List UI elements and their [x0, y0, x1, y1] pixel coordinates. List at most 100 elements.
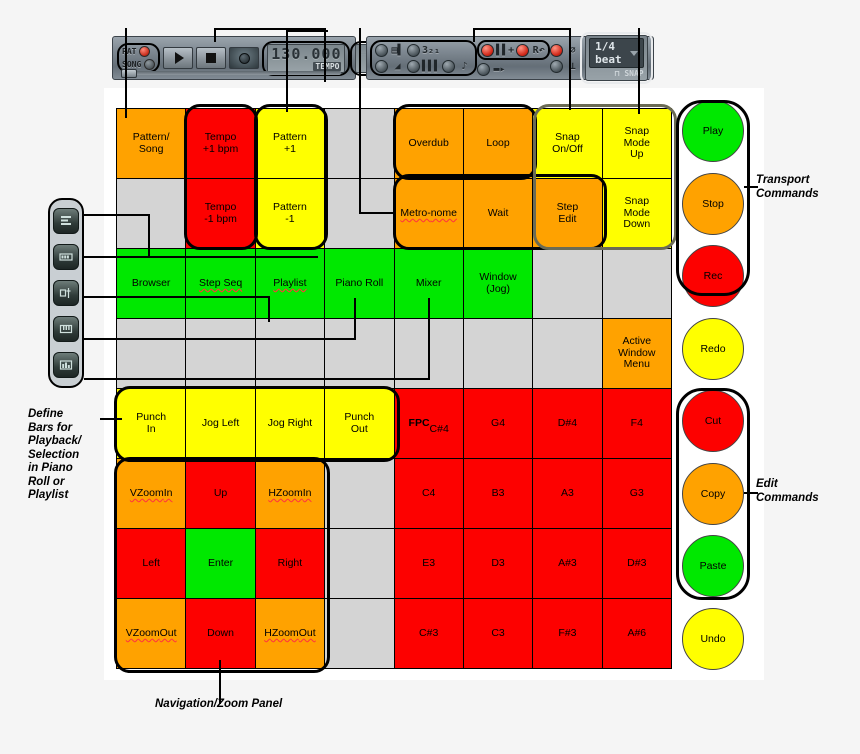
grid-cell-step-edit[interactable]: Step Edit: [533, 179, 602, 248]
grid-cell-overdub[interactable]: Overdub: [394, 109, 463, 178]
countdown-toggle-icon[interactable]: [442, 59, 456, 73]
command-button-redo[interactable]: Redo: [682, 317, 744, 380]
grid-cell-empty[interactable]: [533, 249, 602, 318]
grid-cell-active-window-menu[interactable]: Active Window Menu: [602, 319, 671, 388]
record-mode-row-2[interactable]: ◢ ▌▌▌ ♪: [375, 59, 472, 73]
grid-cell-empty[interactable]: [325, 529, 394, 598]
grid-cell-down[interactable]: Down: [186, 599, 255, 668]
blend-row[interactable]: ∅: [550, 43, 580, 57]
tempo-lcd[interactable]: 130.000 TEMPO: [267, 43, 346, 73]
grid-cell-tempo-1-bpm[interactable]: Tempo +1 bpm: [186, 109, 255, 178]
grid-cell-d#4[interactable]: D#4: [533, 389, 602, 458]
blend-stepedit-group[interactable]: ▬▸: [477, 62, 550, 76]
record-mode-right-group[interactable]: ∅ ⊥: [550, 43, 580, 73]
typing-keyboard-toggle-icon[interactable]: [375, 43, 388, 57]
grid-cell-left[interactable]: Left: [117, 529, 186, 598]
step-seq-icon[interactable]: [53, 244, 79, 270]
grid-cell-jog-right[interactable]: Jog Right: [255, 389, 325, 458]
grid-cell-c3[interactable]: C3: [463, 599, 533, 668]
grid-cell-vzoom-in[interactable]: VZoom In: [117, 459, 186, 528]
grid-cell-e3[interactable]: E3: [394, 529, 463, 598]
pat-led-icon[interactable]: [139, 46, 151, 57]
stop-button[interactable]: [196, 47, 227, 69]
snap-selector-group[interactable]: 1/4 beat ⊓ SNAP: [580, 32, 653, 84]
grid-cell-enter[interactable]: Enter: [186, 529, 255, 598]
snap-select[interactable]: 1/4 beat: [589, 38, 644, 68]
grid-cell-wait[interactable]: Wait: [463, 179, 533, 248]
command-button-rec[interactable]: Rec: [682, 245, 744, 308]
grid-cell-b3[interactable]: B3: [463, 459, 533, 528]
grid-cell-fpc-c#4[interactable]: FPC C#4: [394, 389, 463, 458]
grid-cell-empty[interactable]: [325, 459, 394, 528]
grid-cell-playlist[interactable]: Playlist: [255, 249, 325, 318]
grid-cell-piano-roll[interactable]: Piano Roll: [325, 249, 394, 318]
command-button-copy[interactable]: Copy: [682, 462, 744, 525]
grid-cell-pattern-1[interactable]: Pattern +1: [255, 109, 325, 178]
command-button-paste[interactable]: Paste: [682, 535, 744, 598]
grid-cell-f4[interactable]: F4: [602, 389, 671, 458]
grid-cell-loop[interactable]: Loop: [463, 109, 533, 178]
grid-cell-punch-in[interactable]: Punch In: [117, 389, 186, 458]
grid-cell-empty[interactable]: [463, 319, 533, 388]
grid-cell-vzoom-out[interactable]: VZoom Out: [117, 599, 186, 668]
command-button-undo[interactable]: Undo: [682, 607, 744, 670]
mixer-icon[interactable]: [53, 280, 79, 306]
grid-cell-hzoom-out[interactable]: HZoom Out: [255, 599, 325, 668]
grid-cell-f#3[interactable]: F#3: [533, 599, 602, 668]
grid-cell-window-jog[interactable]: Window (Jog): [463, 249, 533, 318]
overdub-loop-group[interactable]: ▌▌+ R↶: [477, 40, 551, 60]
command-button-play[interactable]: Play: [682, 100, 744, 162]
grid-cell-snap-mode-down[interactable]: Snap Mode Down: [602, 179, 671, 248]
transport-buttons-group[interactable]: [160, 45, 262, 71]
grid-cell-snap-mode-up[interactable]: Snap Mode Up: [602, 109, 671, 178]
grid-cell-g3[interactable]: G3: [602, 459, 671, 528]
loop-record-toggle-icon[interactable]: [516, 43, 530, 57]
grid-cell-snap-on-off[interactable]: Snap On/Off: [533, 109, 602, 178]
overdub-toggle-icon[interactable]: [481, 43, 495, 57]
record-button[interactable]: [229, 47, 260, 69]
record-mode-left-group[interactable]: ▤▌ 3₂₁ ◢ ▌▌▌ ♪: [370, 40, 478, 76]
window-shortcut-strip[interactable]: [48, 198, 84, 388]
grid-cell-empty[interactable]: [325, 599, 394, 668]
grid-cell-tempo-1-bpm[interactable]: Tempo -1 bpm: [186, 179, 255, 248]
key-map-grid[interactable]: Pattern/Song Tempo +1 bpm Pattern +1 Overdub L…: [116, 108, 672, 669]
piano-roll-icon[interactable]: [53, 316, 79, 342]
transport-toolbar[interactable]: PAT SONG 130.000 TEMPO ▤▤▤ PAT: [112, 36, 399, 80]
transport-position-slider[interactable]: [131, 71, 341, 75]
command-button-cut[interactable]: Cut: [682, 390, 744, 453]
grid-cell-c4[interactable]: C4: [394, 459, 463, 528]
grid-cell-empty[interactable]: [602, 249, 671, 318]
autoscroll-toggle-icon[interactable]: [550, 59, 564, 73]
blend-notes-toggle-icon[interactable]: [550, 43, 564, 57]
grid-cell-jog-left[interactable]: Jog Left: [186, 389, 255, 458]
grid-cell-c#3[interactable]: C#3: [394, 599, 463, 668]
autoscroll-row[interactable]: ⊥: [550, 59, 580, 73]
grid-cell-browser[interactable]: Browser: [117, 249, 186, 318]
metronome-toggle-icon[interactable]: [375, 59, 388, 73]
grid-cell-d#3[interactable]: D#3: [602, 529, 671, 598]
playlist-icon[interactable]: [53, 208, 79, 234]
song-led-icon[interactable]: [144, 59, 156, 70]
grid-cell-a#3[interactable]: A#3: [533, 529, 602, 598]
record-options-toolbar[interactable]: ▤▌ 3₂₁ ◢ ▌▌▌ ♪ ▌▌+ R↶ ▬▸ ∅ ⊥ 1/4 beat ⊓ …: [366, 32, 654, 84]
transport-slider-knob[interactable]: [121, 69, 137, 78]
grid-cell-up[interactable]: Up: [186, 459, 255, 528]
command-button-stop[interactable]: Stop: [682, 172, 744, 235]
step-321-toggle-icon[interactable]: [407, 43, 420, 57]
record-mode-mid-group[interactable]: ▌▌+ R↶ ▬▸: [477, 40, 551, 76]
grid-cell-pattern-1[interactable]: Pattern -1: [255, 179, 325, 248]
grid-cell-a#6[interactable]: A#6: [602, 599, 671, 668]
grid-cell-d3[interactable]: D3: [463, 529, 533, 598]
command-buttons-column[interactable]: Play Stop Rec Redo Cut Copy Paste Undo: [676, 100, 750, 670]
grid-cell-punch-out[interactable]: Punch Out: [325, 389, 394, 458]
grid-cell-step-seq[interactable]: Step Seq: [186, 249, 255, 318]
grid-cell-hzoom-in[interactable]: HZoom In: [255, 459, 325, 528]
grid-cell-pattern-song[interactable]: Pattern/Song: [117, 109, 186, 178]
step-edit-toggle-icon[interactable]: [477, 62, 491, 76]
chevron-down-icon[interactable]: [629, 50, 638, 56]
play-button[interactable]: [163, 47, 194, 69]
wait-toggle-icon[interactable]: [407, 59, 420, 73]
browser-icon[interactable]: [53, 352, 79, 378]
grid-cell-g4[interactable]: G4: [463, 389, 533, 458]
grid-cell-right[interactable]: Right: [255, 529, 325, 598]
